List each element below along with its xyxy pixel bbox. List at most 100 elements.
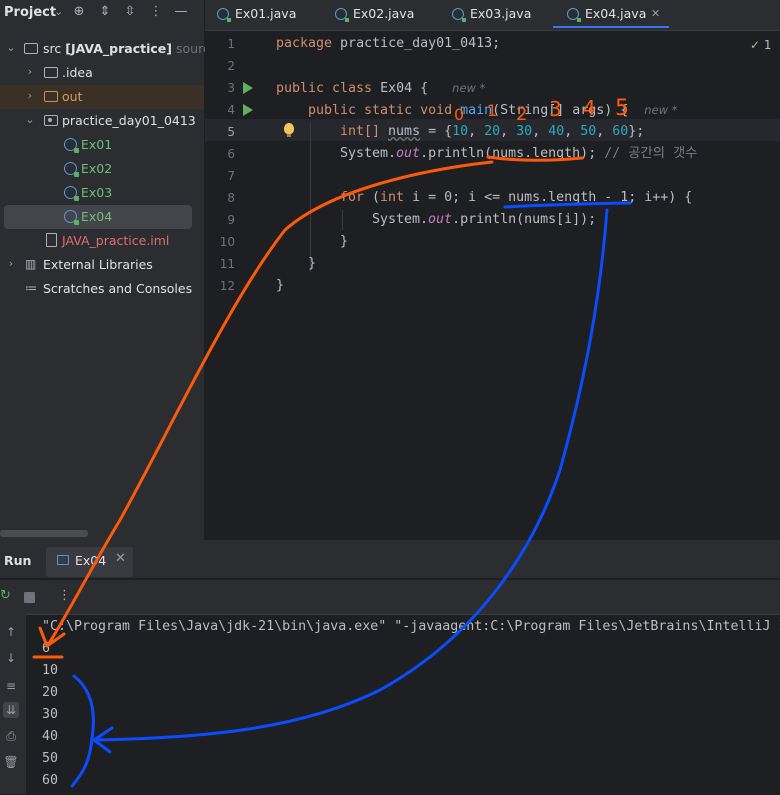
console-output-line: 6: [42, 641, 51, 656]
project-panel-header: Project ⌄ ⊕ ⇕ ⇳ ⋮ —: [0, 0, 204, 26]
class-icon: [335, 8, 349, 22]
run-panel-title[interactable]: Run: [4, 553, 31, 568]
tree-item-package[interactable]: ⌄ practice_day01_0413: [0, 109, 204, 133]
console-output-line: 40: [42, 729, 59, 744]
code-line-11[interactable]: }: [308, 255, 316, 273]
more-options-icon[interactable]: ⋮: [58, 588, 71, 603]
tab-ex01[interactable]: Ex01.java: [217, 0, 327, 30]
print-icon[interactable]: ⎙: [3, 728, 19, 744]
usage-hint[interactable]: new *: [452, 81, 485, 95]
line-number: 3: [227, 81, 235, 95]
check-icon: ✓: [750, 38, 761, 52]
code-line-5[interactable]: int[] nums = {10, 20, 30, 40, 50, 60};: [340, 123, 644, 141]
tree-item-label: Ex04: [81, 209, 113, 224]
line-number: 10: [219, 235, 235, 249]
line-number: 5: [227, 125, 235, 139]
tree-item-ex02[interactable]: Ex02: [0, 157, 204, 181]
tree-item-label: External Libraries: [43, 257, 153, 272]
scroll-to-end-icon[interactable]: ⇊: [3, 702, 19, 718]
code-line-10[interactable]: }: [340, 233, 348, 251]
file-icon: [46, 233, 57, 247]
console-command-line: "C:\Program Files\Java\jdk-21\bin\java.e…: [42, 619, 780, 634]
class-icon: [64, 210, 79, 225]
trash-icon[interactable]: 🗑: [3, 754, 19, 770]
code-line-3[interactable]: public class Ex04 { new *: [276, 79, 485, 98]
tree-item-out[interactable]: › out: [0, 85, 204, 109]
class-icon: [64, 162, 79, 177]
indent-guide: [342, 210, 343, 230]
chevron-down-icon[interactable]: ⌄: [54, 5, 63, 18]
tree-item-module: [JAVA_practice]: [65, 41, 172, 56]
tree-item-idea[interactable]: › .idea: [0, 61, 204, 85]
horizontal-scrollbar[interactable]: [0, 530, 88, 537]
folder-icon: [24, 43, 38, 54]
code-line-9[interactable]: System.out.println(nums[i]);: [372, 211, 596, 229]
libraries-icon: ▥: [25, 257, 37, 271]
code-line-12[interactable]: }: [276, 277, 284, 295]
console-output[interactable]: [30, 614, 780, 794]
lightbulb-icon[interactable]: [284, 123, 294, 137]
tab-ex04[interactable]: Ex04.java ✕: [553, 0, 669, 28]
class-icon: [64, 186, 79, 201]
code-line-1[interactable]: package practice_day01_0413;: [276, 35, 500, 53]
folder-icon: [44, 91, 58, 102]
hide-panel-icon[interactable]: —: [173, 4, 189, 20]
up-arrow-icon[interactable]: ↑: [3, 624, 19, 640]
class-icon: [217, 8, 231, 22]
chevron-right-icon[interactable]: ›: [5, 256, 17, 272]
line-number: 12: [219, 279, 235, 293]
usage-hint[interactable]: new *: [644, 103, 677, 117]
tree-item-label: out: [62, 89, 83, 104]
tree-item-external-libraries[interactable]: › ▥ External Libraries: [0, 253, 204, 277]
tree-item-label: JAVA_practice.iml: [62, 233, 170, 248]
line-number: 7: [227, 169, 235, 183]
close-tab-icon[interactable]: ✕: [115, 551, 126, 566]
tree-item-scratches[interactable]: ≔ Scratches and Consoles: [0, 277, 204, 301]
tab-ex03[interactable]: Ex03.java: [452, 0, 562, 30]
console-side-toolbar: ↑ ↓ ≡ ⇊ ⎙ 🗑: [0, 614, 26, 794]
run-main-icon[interactable]: [243, 104, 253, 116]
console-output-line: 50: [42, 751, 59, 766]
folder-icon: [44, 67, 58, 78]
tree-item-label: src: [43, 41, 62, 56]
chevron-right-icon[interactable]: ›: [24, 64, 36, 80]
tab-ex02[interactable]: Ex02.java: [335, 0, 445, 30]
run-class-icon[interactable]: [243, 82, 253, 94]
tree-item-label: Scratches and Consoles: [43, 281, 193, 296]
editor-tab-bar: Ex01.java Ex02.java Ex03.java Ex04.java …: [205, 0, 780, 31]
console-output-line: 20: [42, 685, 59, 700]
class-icon: [452, 8, 466, 22]
inspection-status[interactable]: ✓ 1: [750, 38, 772, 52]
tree-item-label: Ex03: [81, 185, 113, 200]
tree-item-iml[interactable]: JAVA_practice.iml: [0, 229, 204, 253]
tree-item-ex03[interactable]: Ex03: [0, 181, 204, 205]
chevron-down-icon[interactable]: ⌄: [5, 40, 17, 56]
line-number: 2: [227, 59, 235, 73]
soft-wrap-icon[interactable]: ≡: [3, 678, 19, 694]
code-line-8[interactable]: for (int i = 0; i <= nums.length - 1; i+…: [340, 189, 692, 207]
tree-item-label: .idea: [62, 65, 93, 80]
class-icon: [64, 138, 79, 153]
chevron-down-icon[interactable]: ⌄: [24, 112, 36, 128]
tree-item-ex04[interactable]: Ex04: [4, 205, 192, 229]
locate-icon[interactable]: ⊕: [71, 4, 87, 20]
expand-all-icon[interactable]: ⇕: [97, 4, 113, 20]
close-tab-icon[interactable]: ✕: [651, 0, 660, 28]
stop-icon[interactable]: [24, 592, 35, 603]
tree-item-ex01[interactable]: Ex01: [0, 133, 204, 157]
console-output-line: 60: [42, 773, 59, 788]
project-panel-title[interactable]: Project: [4, 5, 56, 20]
tree-item-src[interactable]: ⌄ src [JAVA_practice] source: [0, 37, 217, 61]
code-line-6[interactable]: System.out.println(nums.length); // 공간의 …: [340, 145, 697, 163]
tree-item-label: practice_day01_0413: [62, 113, 196, 128]
chevron-right-icon[interactable]: ›: [24, 88, 36, 104]
code-line-4[interactable]: public static void main(String[] args) {…: [308, 101, 677, 120]
tree-item-label: Ex01: [81, 137, 113, 152]
down-arrow-icon[interactable]: ↓: [3, 650, 19, 666]
rerun-icon[interactable]: ↻: [0, 588, 11, 603]
indent-guide: [310, 122, 311, 272]
run-tab-label: Ex04: [75, 553, 107, 568]
class-icon: [567, 8, 581, 22]
collapse-all-icon[interactable]: ⇳: [122, 4, 138, 20]
more-options-icon[interactable]: ⋮: [148, 4, 164, 20]
